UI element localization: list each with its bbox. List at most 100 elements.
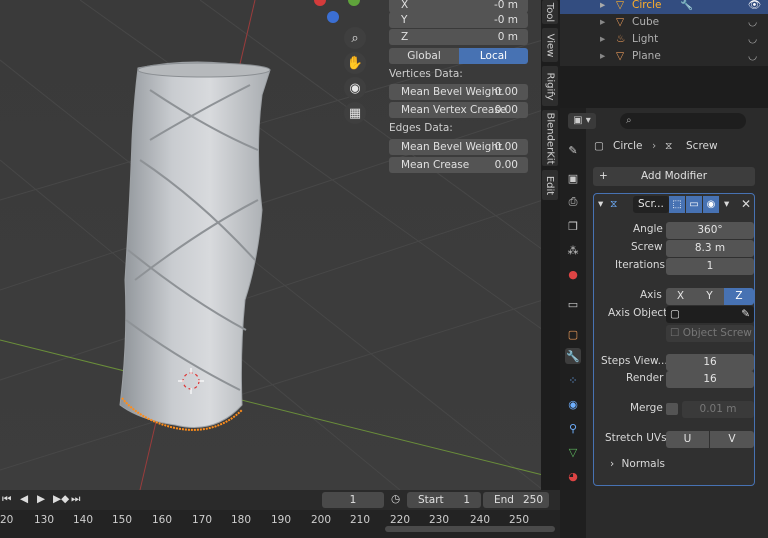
start-frame-field[interactable]: Start 1 [407, 492, 481, 508]
axis-x-button[interactable]: X [666, 288, 695, 305]
screw-field[interactable]: 8.3 m [666, 240, 754, 257]
collapse-chevron-icon[interactable]: ▾ [598, 198, 603, 210]
camera-view-icon[interactable]: ◉ [344, 77, 366, 99]
viewport-toggle-icon[interactable]: ▭ [686, 196, 702, 213]
3d-viewport[interactable]: ⌕ ✋ ◉ ▦ X -0 m Y -0 m Z 0 m Global Local… [0, 0, 543, 490]
tab-blenderkit[interactable]: BlenderKit [542, 110, 558, 166]
material-tab-icon[interactable]: ◕ [565, 468, 581, 484]
physics-tab-icon[interactable]: ◉ [565, 396, 581, 412]
particles-tab-icon[interactable]: ⁘ [565, 372, 581, 388]
angle-field[interactable]: 360° [666, 222, 754, 239]
properties-search-input[interactable]: ⌕ [620, 113, 746, 129]
pan-hand-icon[interactable]: ✋ [344, 52, 366, 74]
jump-start-icon[interactable]: ⏮ [2, 493, 11, 506]
modifier-tab-icon[interactable]: 🔧 [565, 348, 581, 364]
stretch-u-button[interactable]: U [666, 431, 709, 448]
hidden-eye-icon[interactable]: ◡ [748, 48, 757, 65]
normals-subpanel[interactable]: › Normals [598, 455, 750, 473]
screw-label: Screw [631, 241, 663, 253]
scene-tab-icon[interactable]: ⁂ [565, 242, 581, 258]
ruler-tick-label: 250 [509, 514, 530, 526]
editor-type-dropdown[interactable]: ▣ ▾ [568, 113, 596, 129]
outliner-item-cube[interactable]: ▸ ▽ Cube ◡ [560, 14, 768, 31]
step-forward-icon[interactable]: ▶◆ [53, 493, 69, 505]
merge-checkbox[interactable] [666, 403, 678, 415]
light-object-icon: ♨ [616, 33, 626, 45]
steps-viewport-field[interactable]: 16 [666, 354, 754, 371]
outliner-item-plane[interactable]: ▸ ▽ Plane ◡ [560, 48, 768, 65]
play-icon[interactable]: ▶ [37, 493, 45, 505]
angle-label: Angle [633, 223, 663, 235]
location-z-field[interactable]: Z 0 m [389, 29, 528, 45]
object-tab-icon[interactable]: ▢ [565, 326, 581, 342]
expand-arrow-icon[interactable]: ▸ [600, 31, 605, 48]
expand-arrow-icon[interactable]: ▸ [600, 0, 605, 14]
world-tab-icon[interactable]: ● [565, 266, 581, 282]
breadcrumb-modifier: Screw [686, 140, 718, 152]
hidden-eye-icon[interactable]: ◡ [748, 14, 757, 31]
ruler-tick-label: 150 [112, 514, 133, 526]
edges-data-label: Edges Data: [389, 122, 453, 134]
mean-bevel-weight-vertex-field[interactable]: Mean Bevel Weight 0.00 [389, 84, 528, 100]
expand-chevron-icon: › [610, 458, 615, 470]
ruler-tick-label: 240 [470, 514, 491, 526]
hidden-eye-icon[interactable]: ◡ [748, 31, 757, 48]
axis-object-label: Axis Object [608, 307, 668, 319]
location-y-field[interactable]: Y -0 m [389, 12, 528, 28]
output-tab-icon[interactable]: ⎙ [565, 194, 581, 210]
modifier-menu-chevron-icon[interactable]: ▾ [724, 198, 729, 210]
remove-modifier-icon[interactable]: ✕ [741, 197, 751, 211]
outliner-item-circle[interactable]: ▸ ▽ Circle 🔧 👁 [560, 0, 768, 14]
view-layer-tab-icon[interactable]: ❐ [565, 218, 581, 234]
expand-arrow-icon[interactable]: ▸ [600, 14, 605, 31]
constraints-tab-icon[interactable]: ⚲ [565, 420, 581, 436]
outliner: ▸ ▽ Circle 🔧 👁 ▸ ▽ Cube ◡ ▸ ♨ Light ◡ ▸ … [560, 0, 768, 66]
object-screw-checkbox[interactable]: ☐ Object Screw [666, 325, 754, 342]
expand-arrow-icon[interactable]: ▸ [600, 48, 605, 65]
data-tab-icon[interactable]: ▽ [565, 444, 581, 460]
eyedropper-icon[interactable]: ✎ [741, 306, 750, 323]
ruler-tick-label: 20 [0, 514, 14, 526]
current-frame-field[interactable]: 1 [322, 492, 384, 508]
stretch-uvs-label: Stretch UVs [605, 432, 667, 444]
tool-tab-icon[interactable]: ✎ [565, 142, 581, 158]
outliner-item-light[interactable]: ▸ ♨ Light ◡ [560, 31, 768, 48]
global-space-button[interactable]: Global [389, 48, 459, 64]
timeline-scrollbar[interactable] [385, 526, 555, 532]
mean-bevel-weight-edge-field[interactable]: Mean Bevel Weight 0.00 [389, 139, 528, 155]
vertices-data-label: Vertices Data: [389, 68, 463, 80]
render-tab-icon[interactable]: ▣ [565, 170, 581, 186]
sidebar-tabs: Tool View Rigify BlenderKit Edit [541, 0, 559, 490]
axis-y-button[interactable]: Y [695, 288, 724, 305]
local-space-button[interactable]: Local [459, 48, 528, 64]
edit-mode-toggle-icon[interactable]: ⬚ [669, 196, 685, 213]
perspective-grid-icon[interactable]: ▦ [344, 102, 366, 124]
render-steps-field[interactable]: 16 [666, 371, 754, 388]
mesh-object-icon: ▽ [616, 50, 625, 62]
tab-tool[interactable]: Tool [542, 0, 558, 24]
jump-end-icon[interactable]: ⏭ [71, 493, 80, 506]
render-toggle-icon[interactable]: ◉ [703, 196, 719, 213]
tab-rigify[interactable]: Rigify [542, 66, 558, 106]
collection-tab-icon[interactable]: ▭ [565, 296, 581, 312]
merge-distance-field[interactable]: 0.01 m [682, 401, 754, 418]
axis-object-field[interactable]: ▢ ✎ [666, 306, 754, 323]
tab-view[interactable]: View [542, 28, 558, 62]
modifier-name-field[interactable]: Scr... [633, 196, 669, 213]
tab-edit[interactable]: Edit [542, 170, 558, 200]
iterations-field[interactable]: 1 [666, 258, 754, 275]
axis-z-button[interactable]: Z [724, 288, 754, 305]
checkbox-icon: ☐ [670, 327, 680, 339]
stopwatch-icon[interactable]: ◷ [391, 493, 400, 505]
ruler-tick-label: 140 [73, 514, 94, 526]
end-frame-field[interactable]: End 250 [483, 492, 549, 508]
visibility-eye-icon[interactable]: 👁 [748, 0, 761, 14]
mean-vertex-crease-field[interactable]: Mean Vertex Crease 0.00 [389, 102, 528, 118]
step-back-icon[interactable]: ◀ [20, 493, 28, 505]
mean-crease-field[interactable]: Mean Crease 0.00 [389, 157, 528, 173]
zoom-icon[interactable]: ⌕ [344, 27, 366, 49]
add-modifier-button[interactable]: + Add Modifier [593, 167, 755, 186]
stretch-v-button[interactable]: V [710, 431, 754, 448]
axis-label: Axis [640, 289, 662, 301]
screw-modifier-icon: ⧖ [610, 198, 618, 210]
